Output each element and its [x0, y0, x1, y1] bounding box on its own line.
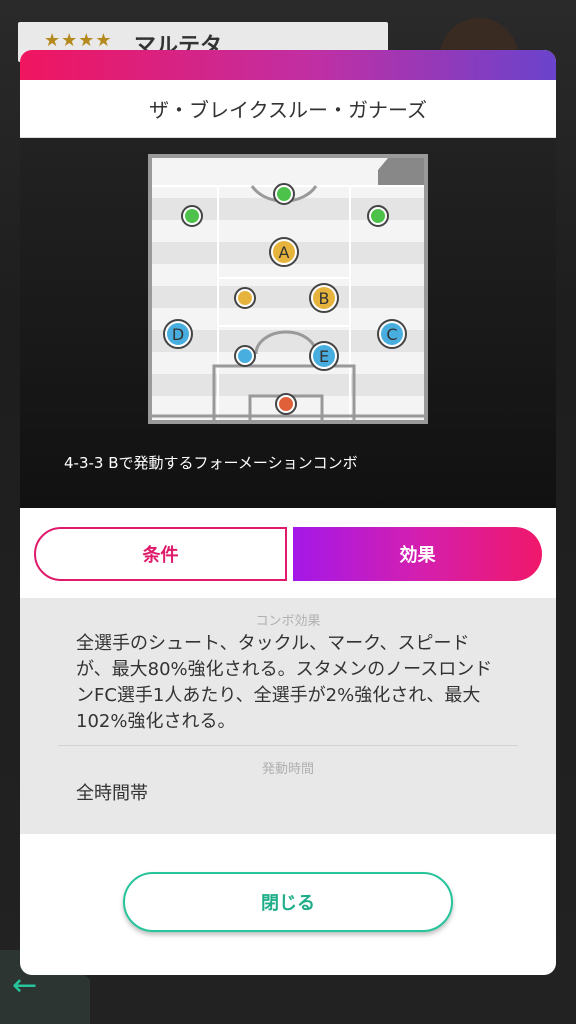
- svg-text:B: B: [319, 289, 330, 308]
- rating-stars: ★★★★: [44, 30, 113, 51]
- svg-text:A: A: [279, 243, 290, 262]
- player-marker-goalkeeper: [275, 393, 297, 415]
- effects-panel: コンボ効果 全選手のシュート、タックル、マーク、スピードが、最大80%強化される…: [20, 598, 556, 834]
- player-marker-c: C: [377, 319, 407, 349]
- section-divider: [58, 745, 518, 746]
- combo-effect-label: コンボ効果: [255, 614, 321, 629]
- tab-conditions[interactable]: 条件: [34, 527, 287, 581]
- player-marker-blue-small: [234, 345, 256, 367]
- player-marker-yellow-left: [234, 287, 256, 309]
- modal-header-gradient: [20, 50, 556, 80]
- formation-description: 4-3-3 Bで発動するフォーメーションコンボ: [64, 454, 358, 472]
- combo-title: ザ・ブレイクスルー・ガナーズ: [20, 80, 556, 138]
- close-button[interactable]: 閉じる: [123, 872, 453, 932]
- combo-detail-modal: ザ・ブレイクスルー・ガナーズ A B D C E 4-3-3 Bで発動するフォー…: [20, 50, 556, 975]
- player-marker-top-center: [273, 183, 295, 205]
- tab-effects[interactable]: 効果: [293, 527, 542, 581]
- player-marker-a: A: [269, 237, 299, 267]
- player-marker-d: D: [163, 319, 193, 349]
- active-time-label: 発動時間: [261, 762, 314, 777]
- active-time-text: 全時間帯: [76, 783, 148, 804]
- svg-text:D: D: [172, 325, 184, 344]
- svg-text:C: C: [386, 325, 397, 344]
- formation-pitch: A B D C E: [148, 154, 428, 424]
- player-marker-e: E: [309, 341, 339, 371]
- player-marker-right-forward: [367, 205, 389, 227]
- svg-text:E: E: [319, 347, 329, 366]
- combo-effect-text: 全選手のシュート、タックル、マーク、スピードが、最大80%強化される。スタメンの…: [76, 633, 493, 732]
- detail-tabs: 条件 効果: [34, 527, 542, 581]
- pitch-diagram: A B D C E: [152, 158, 424, 420]
- formation-preview: A B D C E 4-3-3 Bで発動するフォーメーションコンボ: [20, 138, 556, 508]
- player-marker-left-forward: [181, 205, 203, 227]
- player-marker-b: B: [309, 283, 339, 313]
